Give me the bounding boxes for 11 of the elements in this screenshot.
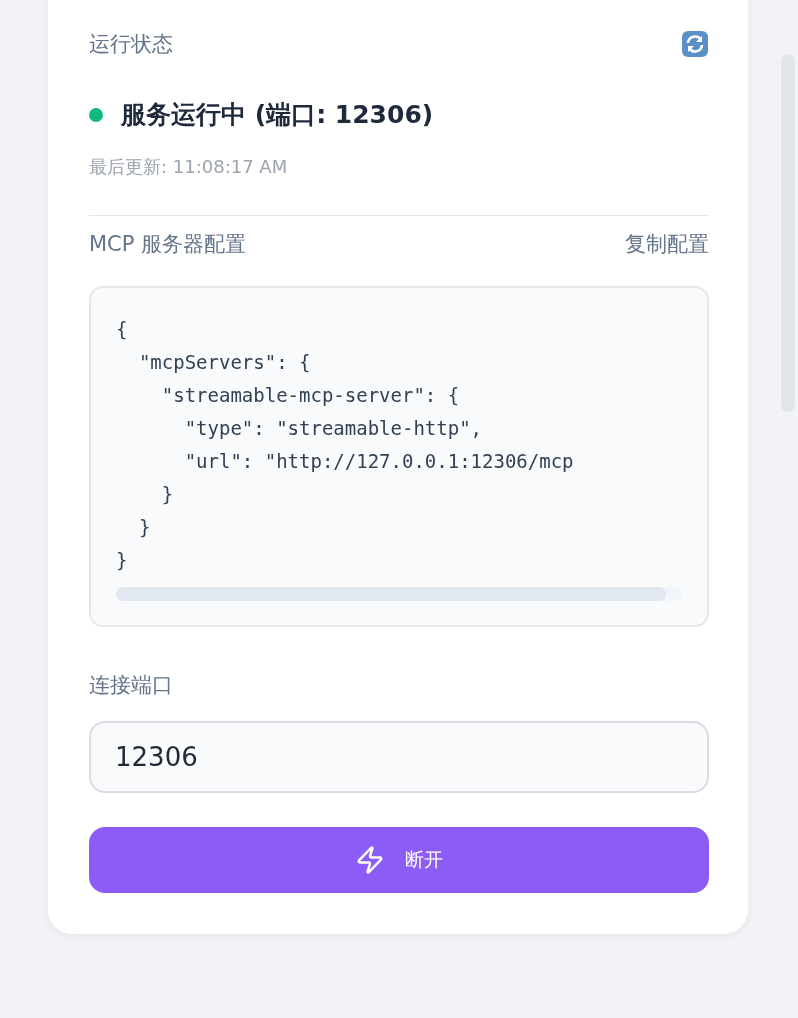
config-code: { "mcpServers": { "streamable-mcp-server": { "type": "streamable-http", "url": "http://127.0.0.1:12306/mcp } } } xyxy=(116,316,575,573)
copy-config-link[interactable]: 复制配置 xyxy=(625,229,709,258)
disconnect-button[interactable]: 断开 xyxy=(89,826,709,893)
status-text: 服务运行中 (端口: 12306) xyxy=(121,99,434,131)
section-title: 运行状态 xyxy=(89,31,173,58)
section-title: MCP 服务器配置 xyxy=(89,230,247,258)
field-label: 连接端口 xyxy=(89,671,174,699)
lightning-icon xyxy=(355,844,385,875)
port-input[interactable]: 12306 xyxy=(89,720,709,793)
refresh-icon[interactable] xyxy=(681,30,709,58)
last-updated-text: 最后更新: 11:08:17 AM xyxy=(89,155,289,179)
